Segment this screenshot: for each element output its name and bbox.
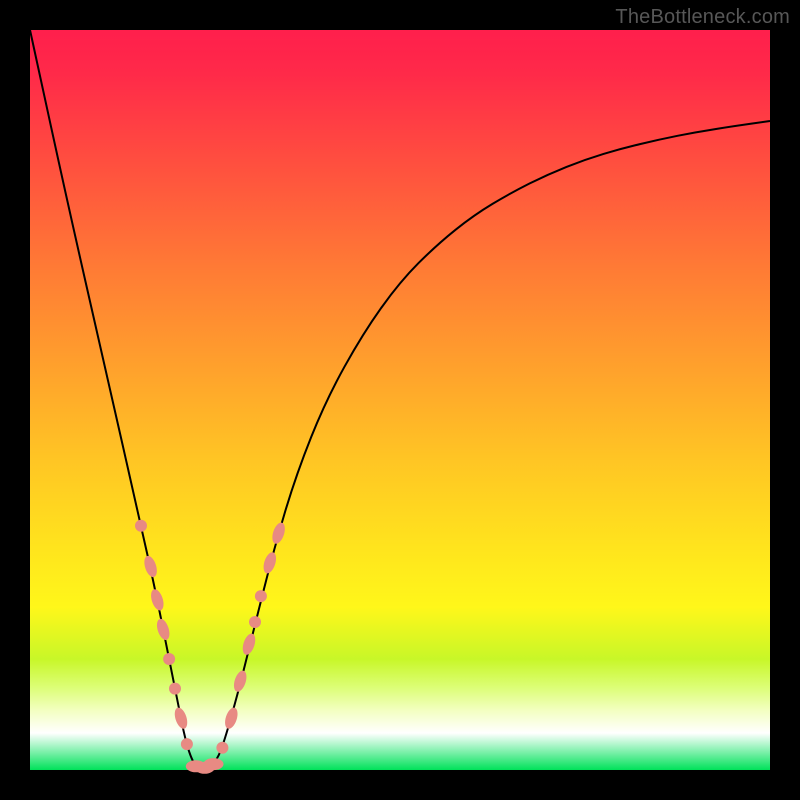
chart-svg xyxy=(30,30,770,770)
curve-marker xyxy=(135,520,147,532)
curve-marker xyxy=(270,521,287,545)
curve-marker xyxy=(172,706,189,730)
curve-marker xyxy=(169,683,181,695)
markers-group xyxy=(135,520,287,774)
curve-marker xyxy=(155,617,172,641)
curve-marker xyxy=(163,653,175,665)
curve-marker xyxy=(223,706,240,730)
curve-marker xyxy=(249,616,261,628)
curve-marker xyxy=(142,554,159,578)
curve-marker xyxy=(181,738,193,750)
watermark-text: TheBottleneck.com xyxy=(615,6,790,29)
curve-marker xyxy=(232,669,249,693)
curve-marker xyxy=(261,551,278,575)
curve-marker xyxy=(255,590,267,602)
curve-marker xyxy=(204,758,224,770)
curve-marker xyxy=(240,632,257,656)
curve-marker xyxy=(149,588,166,612)
chart-frame xyxy=(30,30,770,770)
curve-marker xyxy=(216,742,228,754)
bottleneck-curve xyxy=(30,30,770,770)
